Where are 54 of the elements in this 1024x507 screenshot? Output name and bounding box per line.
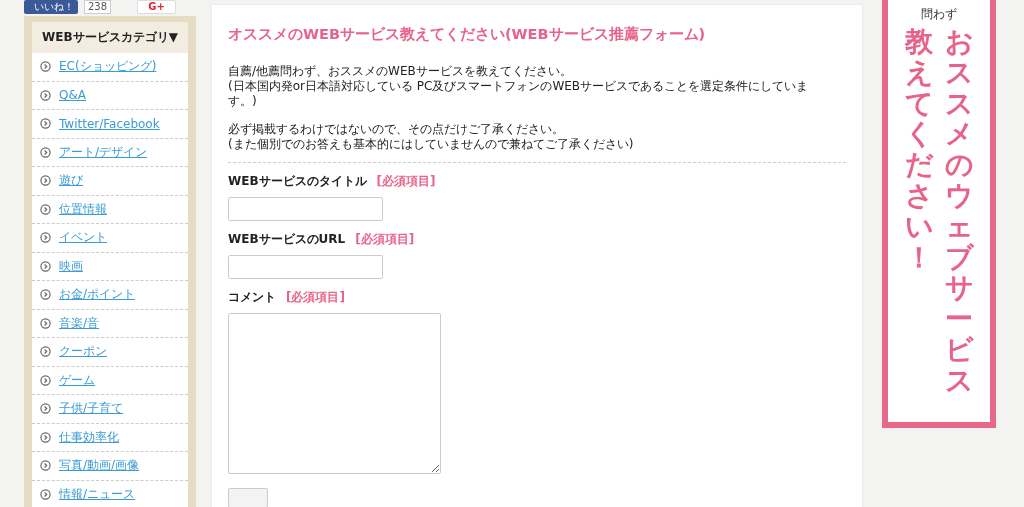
chevron-circle-icon	[40, 317, 51, 329]
category-link[interactable]: お金/ポイント	[32, 281, 188, 310]
submit-button[interactable]	[228, 488, 268, 507]
category-link[interactable]: Twitter/Facebook	[32, 110, 188, 139]
category-link[interactable]: EC(ショッピング)	[32, 53, 188, 82]
chevron-circle-icon	[40, 374, 51, 386]
chevron-circle-icon	[40, 289, 51, 301]
category-link[interactable]: 情報/ニュース	[32, 480, 188, 507]
chevron-circle-icon	[40, 175, 51, 187]
field-label: WEBサービスのURL	[228, 231, 346, 248]
category-link[interactable]: Q&A	[32, 81, 188, 110]
chevron-circle-icon	[40, 460, 51, 472]
chevron-circle-icon	[40, 346, 51, 358]
category-link[interactable]: アート/デザイン	[32, 138, 188, 167]
category-link[interactable]: クーポン	[32, 338, 188, 367]
chevron-circle-icon	[40, 431, 51, 443]
chevron-circle-icon	[40, 232, 51, 244]
chevron-circle-icon	[40, 146, 51, 158]
like-button[interactable]: いいね！	[24, 0, 78, 14]
banner-subtitle: 問わず	[921, 6, 957, 23]
form-title: オススメのWEBサービス教えてください(WEBサービス推薦フォーム)	[228, 25, 707, 44]
comment-field[interactable]	[228, 313, 441, 474]
chevron-circle-icon	[40, 203, 51, 215]
field-label: コメント	[228, 289, 276, 306]
chevron-circle-icon	[40, 260, 51, 272]
chevron-circle-icon	[40, 403, 51, 415]
banner-text: おススメのウェブサービス	[943, 27, 975, 397]
banner-text: 教えてください！	[903, 27, 935, 276]
share-button[interactable]: G+	[137, 0, 177, 14]
category-link[interactable]: 音楽/音	[32, 309, 188, 338]
category-link[interactable]: 遊び	[32, 167, 188, 196]
chevron-circle-icon	[40, 118, 51, 130]
required-mark: [必須項目]	[376, 173, 436, 190]
intro-text: (日本国内発or日本語対応している PC及びスマートフォンのWEBサービスであることを選定条件にしています。)	[228, 79, 810, 109]
required-mark: [必須項目]	[355, 231, 415, 248]
required-mark: [必須項目]	[286, 289, 345, 306]
notice-text: (また個別でのお答えも基本的にはしていませんので兼ねてご了承ください)	[228, 137, 635, 152]
notice-text: 必ず掲載するわけではないので、その点だけご了承ください。	[228, 122, 565, 137]
category-link[interactable]: 子供/子育て	[32, 395, 188, 424]
intro-text: 自薦/他薦問わず、おススメのWEBサービスを教えてください。	[228, 64, 573, 79]
chevron-circle-icon	[40, 488, 51, 500]
chevron-circle-icon	[40, 61, 51, 73]
category-link[interactable]: 写真/動画/画像	[32, 452, 188, 481]
category-link[interactable]: 映画	[32, 252, 188, 281]
like-count: 238	[84, 0, 112, 14]
field-label: WEBサービスのタイトル	[228, 173, 367, 190]
input-field[interactable]	[228, 197, 383, 221]
category-link[interactable]: 位置情報	[32, 195, 188, 224]
category-link[interactable]: 仕事効率化	[32, 423, 188, 452]
chevron-circle-icon	[40, 89, 51, 101]
sidebar-title: WEBサービスカテゴリ▼	[32, 22, 188, 53]
category-link[interactable]: イベント	[32, 224, 188, 253]
input-field[interactable]	[228, 255, 383, 279]
category-link[interactable]: ゲーム	[32, 366, 188, 395]
